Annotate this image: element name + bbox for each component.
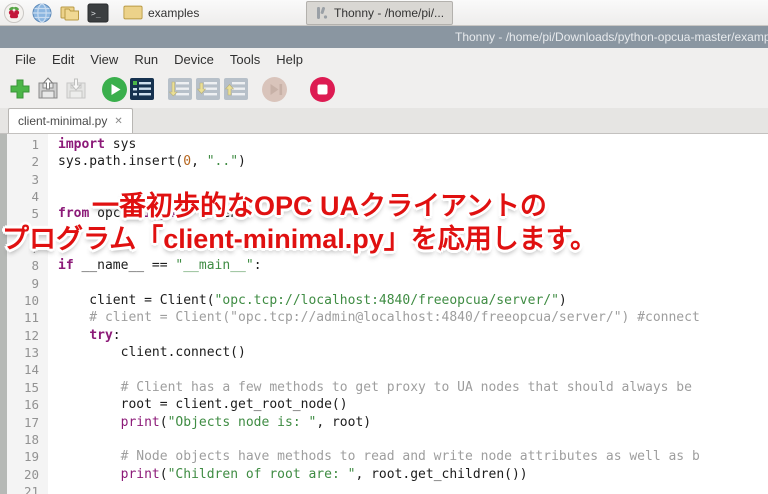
line-number: 14 — [7, 362, 39, 379]
code-line: root = client.get_root_node() — [58, 397, 768, 414]
taskbar: >_ examples Thonny - /home/pi/... — [0, 0, 768, 26]
editor-tabbar: client-minimal.py ✕ — [0, 108, 768, 134]
line-number: 20 — [7, 467, 39, 484]
menubar: File Edit View Run Device Tools Help — [0, 48, 768, 70]
line-number: 7 — [7, 241, 39, 258]
step-into-icon — [195, 76, 221, 102]
new-file-icon — [8, 77, 32, 101]
code-lines[interactable]: import syssys.path.insert(0, "..") from … — [48, 134, 768, 494]
code-line — [58, 362, 768, 379]
line-number: 21 — [7, 484, 39, 494]
taskbar-window-label: Thonny - /home/pi/... — [334, 6, 444, 20]
open-file-icon — [36, 77, 60, 101]
menu-run[interactable]: Run — [127, 50, 165, 69]
code-line: # Client has a few methods to get proxy … — [58, 380, 768, 397]
stop-button[interactable] — [308, 75, 336, 103]
web-browser-icon[interactable] — [30, 2, 54, 24]
svg-text:>_: >_ — [91, 9, 101, 18]
step-into-button[interactable] — [194, 75, 222, 103]
code-line: import sys — [58, 137, 768, 154]
editor-left-margin — [0, 134, 7, 494]
code-line: # client = Client("opc.tcp://admin@local… — [58, 310, 768, 327]
line-number: 19 — [7, 449, 39, 466]
window-title: Thonny - /home/pi/Downloads/python-opcua… — [455, 30, 768, 44]
code-line: try: — [58, 328, 768, 345]
line-number: 18 — [7, 432, 39, 449]
line-number: 5 — [7, 206, 39, 223]
tab-label: client-minimal.py — [18, 114, 107, 128]
resume-icon — [261, 76, 288, 103]
code-line: print("Children of root are: ", root.get… — [58, 467, 768, 484]
step-over-button[interactable] — [166, 75, 194, 103]
step-out-icon — [223, 76, 249, 102]
line-number: 9 — [7, 276, 39, 293]
code-line — [58, 432, 768, 449]
step-over-icon — [167, 76, 193, 102]
code-line: client = Client("opc.tcp://localhost:484… — [58, 293, 768, 310]
run-button[interactable] — [100, 75, 128, 103]
line-number: 11 — [7, 310, 39, 327]
stop-icon — [309, 76, 336, 103]
debug-button[interactable] — [128, 75, 156, 103]
taskbar-window-examples[interactable]: examples — [114, 1, 302, 25]
save-file-icon — [64, 77, 88, 101]
open-file-button[interactable] — [34, 75, 62, 103]
window-titlebar: Thonny - /home/pi/Downloads/python-opcua… — [0, 26, 768, 48]
code-editor[interactable]: 123456789101112131415161718192021 import… — [0, 134, 768, 494]
code-line: print("Objects node is: ", root) — [58, 415, 768, 432]
line-number: 15 — [7, 380, 39, 397]
line-number: 10 — [7, 293, 39, 310]
menu-device[interactable]: Device — [167, 50, 221, 69]
code-line: client.connect() — [58, 345, 768, 362]
code-line — [58, 276, 768, 293]
file-manager-icon[interactable] — [58, 2, 82, 24]
step-out-button[interactable] — [222, 75, 250, 103]
terminal-icon[interactable]: >_ — [86, 2, 110, 24]
code-line — [58, 172, 768, 189]
resume-button[interactable] — [260, 75, 288, 103]
code-line: sys.path.insert(0, "..") — [58, 154, 768, 171]
tab-close-icon[interactable]: ✕ — [114, 116, 122, 127]
line-number: 8 — [7, 258, 39, 275]
debug-icon — [129, 76, 155, 102]
new-file-button[interactable] — [6, 75, 34, 103]
code-line — [58, 484, 768, 494]
line-number: 16 — [7, 397, 39, 414]
line-number: 4 — [7, 189, 39, 206]
toolbar — [0, 70, 768, 108]
save-file-button[interactable] — [62, 75, 90, 103]
code-line — [58, 241, 768, 258]
line-number: 3 — [7, 172, 39, 189]
code-line: # Node objects have methods to read and … — [58, 449, 768, 466]
menu-tools[interactable]: Tools — [223, 50, 267, 69]
run-icon — [101, 76, 128, 103]
code-line — [58, 224, 768, 241]
thonny-icon — [315, 6, 329, 20]
line-number: 13 — [7, 345, 39, 362]
taskbar-window-thonny[interactable]: Thonny - /home/pi/... — [306, 1, 453, 25]
code-line — [58, 189, 768, 206]
tab-client-minimal[interactable]: client-minimal.py ✕ — [8, 108, 133, 133]
menu-help[interactable]: Help — [269, 50, 310, 69]
line-number: 12 — [7, 328, 39, 345]
line-number: 17 — [7, 415, 39, 432]
line-number: 1 — [7, 137, 39, 154]
menu-view[interactable]: View — [83, 50, 125, 69]
menu-file[interactable]: File — [8, 50, 43, 69]
gutter: 123456789101112131415161718192021 — [7, 134, 48, 494]
raspberry-menu-icon[interactable] — [2, 2, 26, 24]
menu-edit[interactable]: Edit — [45, 50, 81, 69]
line-number: 2 — [7, 154, 39, 171]
taskbar-window-label: examples — [148, 6, 199, 20]
code-line: if __name__ == "__main__": — [58, 258, 768, 275]
line-number: 6 — [7, 224, 39, 241]
code-line: from opcua import Client — [58, 206, 768, 223]
